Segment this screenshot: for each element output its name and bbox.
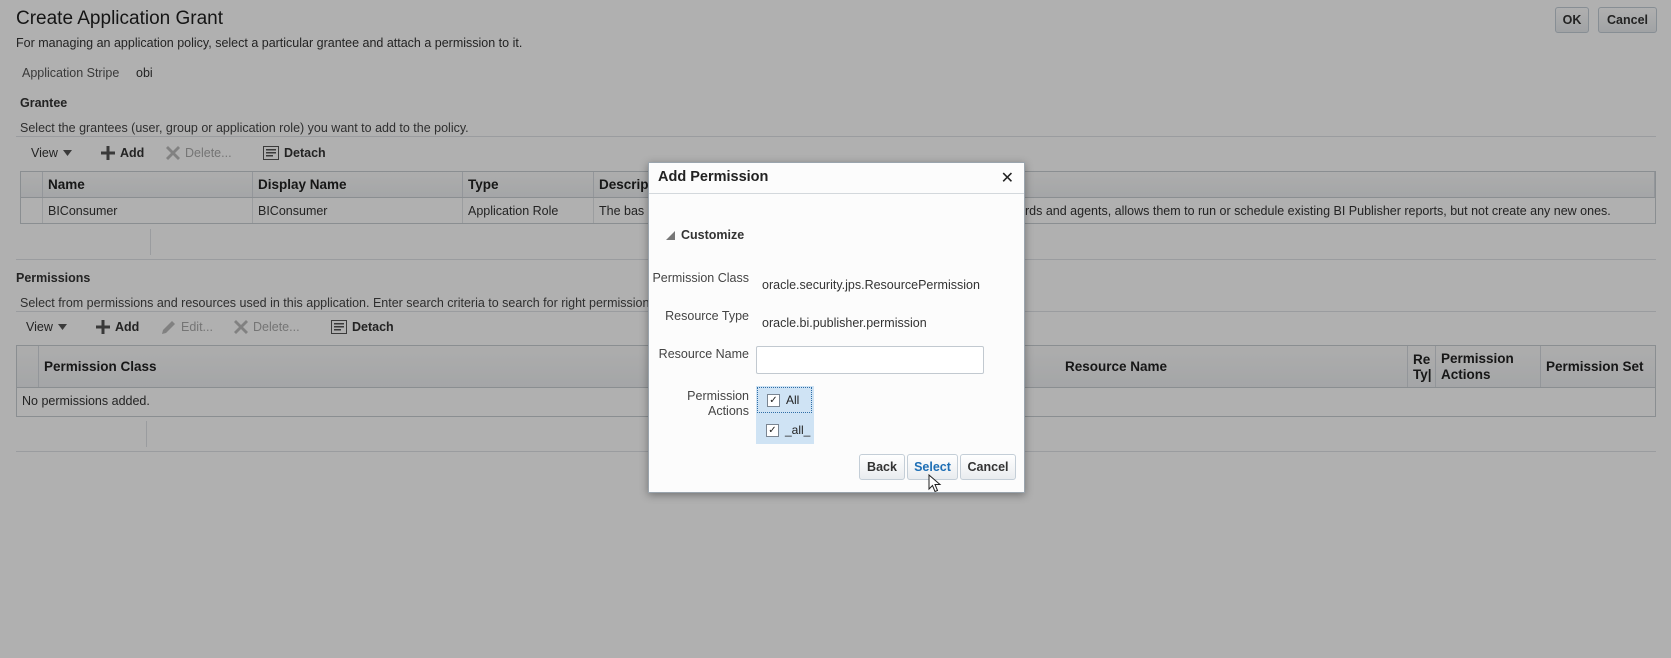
resource-type-value: oracle.bi.publisher.permission (762, 316, 927, 330)
triangle-collapse-icon (666, 230, 675, 240)
dialog-divider (649, 193, 1024, 194)
resource-name-label: Resource Name (658, 347, 749, 361)
checkbox-checked[interactable]: ✓ (766, 423, 779, 437)
dialog-title: Add Permission (658, 169, 769, 185)
permission-actions-label: Permission Actions (687, 389, 749, 418)
resource-name-input[interactable] (756, 346, 984, 374)
customize-label: Customize (681, 228, 745, 242)
cancel-dialog-button[interactable]: Cancel (960, 454, 1016, 480)
checkbox-checked[interactable]: ✓ (767, 393, 780, 407)
action-checkbox-all-underscore[interactable]: ✓ _all_ (757, 417, 812, 443)
permission-class-label: Permission Class (652, 271, 749, 285)
action-label-all: All (786, 393, 800, 407)
action-label-all-underscore: _all_ (785, 423, 811, 437)
close-icon[interactable]: ✕ (1001, 168, 1014, 188)
customize-section-header[interactable]: Customize (666, 228, 744, 242)
action-checkbox-all[interactable]: ✓ All (757, 387, 812, 413)
permission-actions-list: ✓ All ✓ _all_ (756, 386, 814, 444)
resource-type-label: Resource Type (665, 309, 749, 323)
add-permission-dialog: Add Permission ✕ Customize Permission Cl… (648, 162, 1025, 493)
mouse-pointer-icon (928, 474, 942, 493)
back-button[interactable]: Back (859, 454, 905, 480)
permission-class-value: oracle.security.jps.ResourcePermission (762, 278, 980, 292)
